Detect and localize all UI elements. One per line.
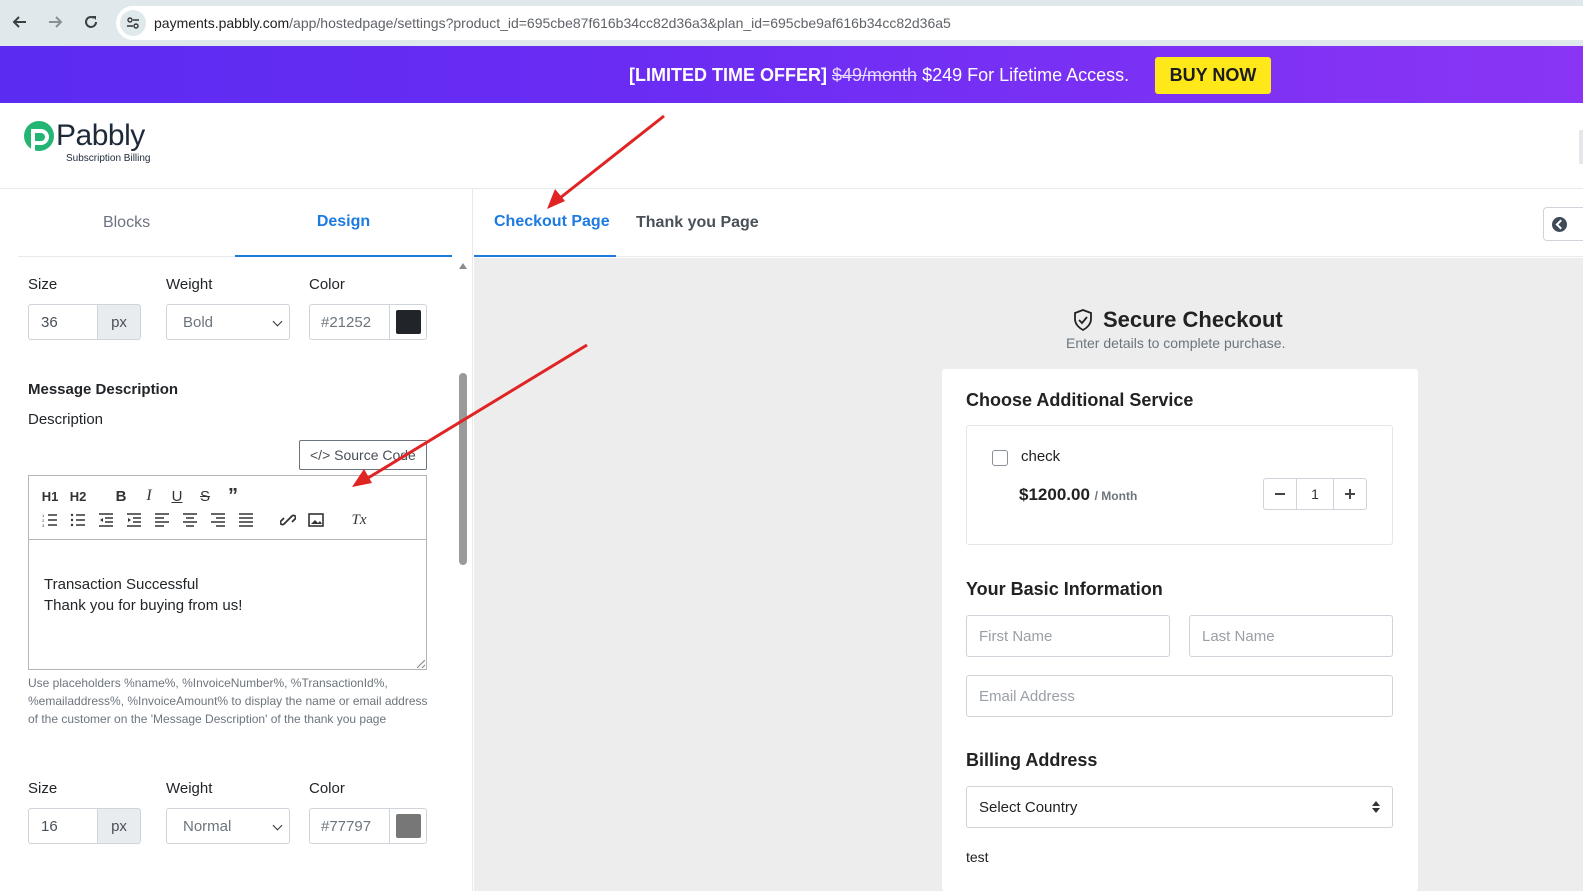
settings-tabs: Blocks Design bbox=[18, 189, 452, 257]
last-name-input[interactable]: Last Name bbox=[1189, 615, 1393, 657]
heading-size-input[interactable]: 36 bbox=[28, 304, 98, 340]
clear-format-button[interactable]: Tx bbox=[348, 510, 370, 530]
additional-service-heading: Choose Additional Service bbox=[966, 390, 1194, 410]
scroll-up-arrow-icon[interactable] bbox=[459, 263, 467, 269]
select-arrows-icon bbox=[1372, 801, 1380, 813]
addon-checkbox[interactable] bbox=[992, 450, 1008, 466]
color-swatch bbox=[395, 310, 421, 334]
tab-blocks[interactable]: Blocks bbox=[18, 189, 235, 257]
message-description-title: Message Description bbox=[28, 381, 179, 398]
align-left-icon[interactable] bbox=[151, 510, 173, 530]
addon-item: check $1200.00 / Month 1 bbox=[966, 425, 1393, 545]
quantity-stepper: 1 bbox=[1263, 478, 1367, 510]
secure-checkout-subtitle: Enter details to complete purchase. bbox=[1066, 335, 1286, 351]
color-swatch bbox=[395, 814, 421, 838]
blockquote-button[interactable]: ” bbox=[222, 485, 244, 507]
pabbly-logo[interactable]: Pabbly Subscription Billing bbox=[23, 121, 151, 164]
quantity-value[interactable]: 1 bbox=[1296, 479, 1334, 509]
scrollbar-thumb[interactable] bbox=[459, 373, 467, 565]
forward-arrow-icon[interactable] bbox=[42, 9, 68, 35]
decrement-button[interactable] bbox=[1264, 479, 1296, 509]
image-icon[interactable] bbox=[305, 510, 327, 530]
custom-field-label: test bbox=[966, 849, 989, 865]
heading1-button[interactable]: H1 bbox=[39, 486, 61, 506]
desc-size-label: Size bbox=[28, 780, 58, 797]
reload-icon[interactable] bbox=[78, 9, 104, 35]
basic-info-heading: Your Basic Information bbox=[966, 579, 1163, 599]
desc-color-picker[interactable] bbox=[390, 808, 427, 844]
logo-subtitle: Subscription Billing bbox=[66, 153, 151, 164]
tab-design[interactable]: Design bbox=[235, 189, 452, 257]
site-info-icon[interactable] bbox=[120, 10, 146, 36]
addon-price: $1200.00 / Month bbox=[1019, 485, 1138, 504]
editor-toolbar: H1 H2 B I U S ” 123 Tx bbox=[29, 476, 426, 540]
back-arrow-icon[interactable] bbox=[7, 9, 33, 35]
align-justify-icon[interactable] bbox=[235, 510, 257, 530]
italic-button[interactable]: I bbox=[138, 486, 160, 506]
app-header: Pabbly Subscription Billing bbox=[0, 103, 1583, 189]
message-line-1: Transaction Successful bbox=[44, 576, 199, 593]
heading-weight-select[interactable]: Bold bbox=[166, 304, 290, 340]
promo-text: [LIMITED TIME OFFER] $49/month $249 For … bbox=[629, 65, 1130, 85]
outdent-icon[interactable] bbox=[95, 510, 117, 530]
chevron-down-icon bbox=[272, 820, 283, 831]
bullet-list-icon[interactable] bbox=[67, 510, 89, 530]
buy-now-button[interactable]: BUY NOW bbox=[1155, 57, 1271, 94]
desc-size-unit: px bbox=[98, 808, 141, 844]
strikethrough-button[interactable]: S bbox=[194, 486, 216, 506]
first-name-input[interactable]: First Name bbox=[966, 615, 1170, 657]
browser-toolbar: payments.pabbly.com/app/hostedpage/setti… bbox=[0, 0, 1583, 46]
rich-text-editor: H1 H2 B I U S ” 123 Tx Transaction Succe… bbox=[28, 475, 427, 670]
align-right-icon[interactable] bbox=[207, 510, 229, 530]
chevron-left-icon bbox=[1552, 216, 1567, 232]
svg-text:3: 3 bbox=[42, 523, 45, 527]
description-label: Description bbox=[28, 411, 104, 428]
desc-weight-select[interactable]: Normal bbox=[166, 808, 290, 844]
collapse-panel-button[interactable] bbox=[1543, 207, 1583, 241]
desc-color-label: Color bbox=[309, 780, 345, 797]
scrollbar[interactable] bbox=[457, 261, 469, 891]
tab-checkout-page[interactable]: Checkout Page bbox=[474, 189, 616, 257]
heading-color-picker[interactable] bbox=[390, 304, 427, 340]
chevron-down-icon bbox=[272, 316, 283, 327]
desc-color-input[interactable]: #77797 bbox=[309, 808, 390, 844]
addon-name: check bbox=[1021, 448, 1061, 465]
address-bar[interactable]: payments.pabbly.com/app/hostedpage/setti… bbox=[116, 6, 1583, 40]
size-label: Size bbox=[28, 276, 58, 293]
increment-button[interactable] bbox=[1334, 479, 1366, 509]
align-center-icon[interactable] bbox=[179, 510, 201, 530]
email-input[interactable]: Email Address bbox=[966, 675, 1393, 717]
desc-size-input[interactable]: 16 bbox=[28, 808, 98, 844]
promo-banner: [LIMITED TIME OFFER] $49/month $249 For … bbox=[0, 46, 1583, 103]
shield-check-icon bbox=[1074, 309, 1092, 331]
country-select[interactable]: Select Country bbox=[966, 786, 1393, 828]
heading-color-input[interactable]: #21252 bbox=[309, 304, 390, 340]
resize-handle[interactable] bbox=[417, 660, 425, 668]
tab-thank-you-page[interactable]: Thank you Page bbox=[636, 189, 759, 257]
editor-content[interactable]: Transaction Successful Thank you for buy… bbox=[44, 574, 242, 616]
header-edge bbox=[1579, 130, 1583, 164]
heading2-button[interactable]: H2 bbox=[67, 486, 89, 506]
underline-button[interactable]: U bbox=[166, 486, 188, 506]
desc-weight-label: Weight bbox=[166, 780, 213, 797]
billing-address-heading: Billing Address bbox=[966, 750, 1098, 770]
placeholder-help-text: Use placeholders %name%, %InvoiceNumber%… bbox=[28, 676, 428, 726]
color-label: Color bbox=[309, 276, 345, 293]
pabbly-logo-icon bbox=[24, 121, 54, 153]
source-code-button[interactable]: </> Source Code bbox=[299, 440, 427, 470]
weight-label: Weight bbox=[166, 276, 213, 293]
logo-name: Pabbly bbox=[56, 119, 145, 152]
checkout-card: Choose Additional Service check $1200.00… bbox=[942, 369, 1418, 891]
preview-tabs: Checkout Page Thank you Page bbox=[474, 189, 1583, 257]
secure-checkout-title: Secure Checkout bbox=[1073, 307, 1283, 333]
url-text: payments.pabbly.com/app/hostedpage/setti… bbox=[154, 15, 951, 31]
indent-icon[interactable] bbox=[123, 510, 145, 530]
bold-button[interactable]: B bbox=[110, 486, 132, 506]
link-icon[interactable] bbox=[277, 510, 299, 530]
ordered-list-icon[interactable]: 123 bbox=[39, 510, 61, 530]
message-line-2: Thank you for buying from us! bbox=[44, 597, 243, 614]
heading-size-unit: px bbox=[98, 304, 141, 340]
